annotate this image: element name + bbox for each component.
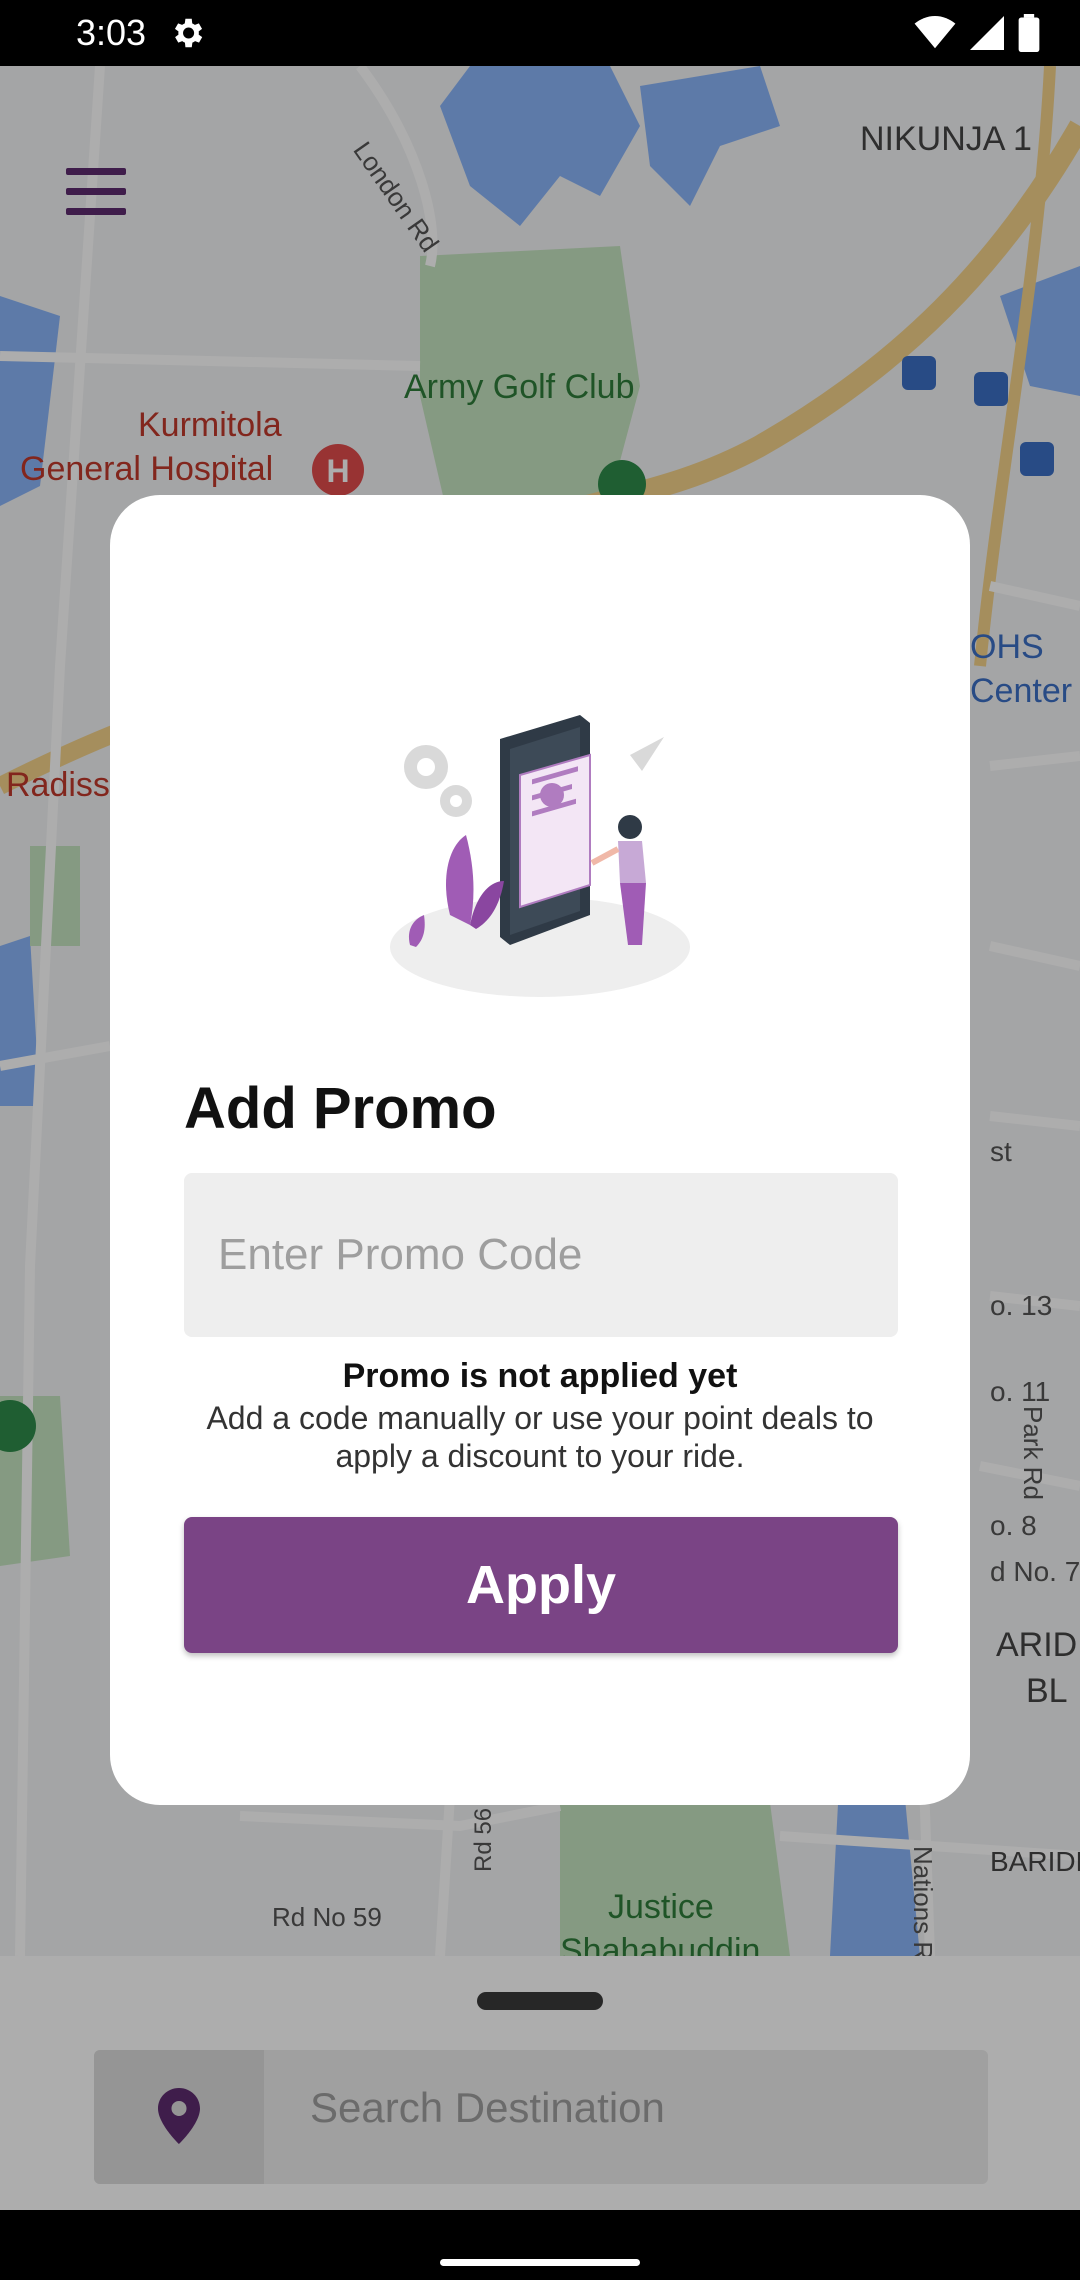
signal-icon <box>970 16 1004 50</box>
battery-icon <box>1018 14 1040 52</box>
dialog-title: Add Promo <box>184 1076 497 1141</box>
promo-code-input[interactable] <box>184 1173 898 1337</box>
status-bar: 3:03 <box>0 0 1080 66</box>
status-time: 3:03 <box>76 12 147 53</box>
gear-icon <box>174 18 203 48</box>
home-gesture-handle[interactable] <box>440 2259 640 2266</box>
navigation-bar <box>0 2210 1080 2280</box>
add-promo-dialog: Add Promo Promo is not applied yet Add a… <box>110 495 970 1805</box>
promo-status-description: Add a code manually or use your point de… <box>206 1400 874 1474</box>
promo-illustration <box>390 715 690 997</box>
apply-button[interactable]: Apply <box>184 1517 898 1653</box>
wifi-icon <box>914 16 956 49</box>
promo-status-title: Promo is not applied yet <box>342 1357 738 1395</box>
